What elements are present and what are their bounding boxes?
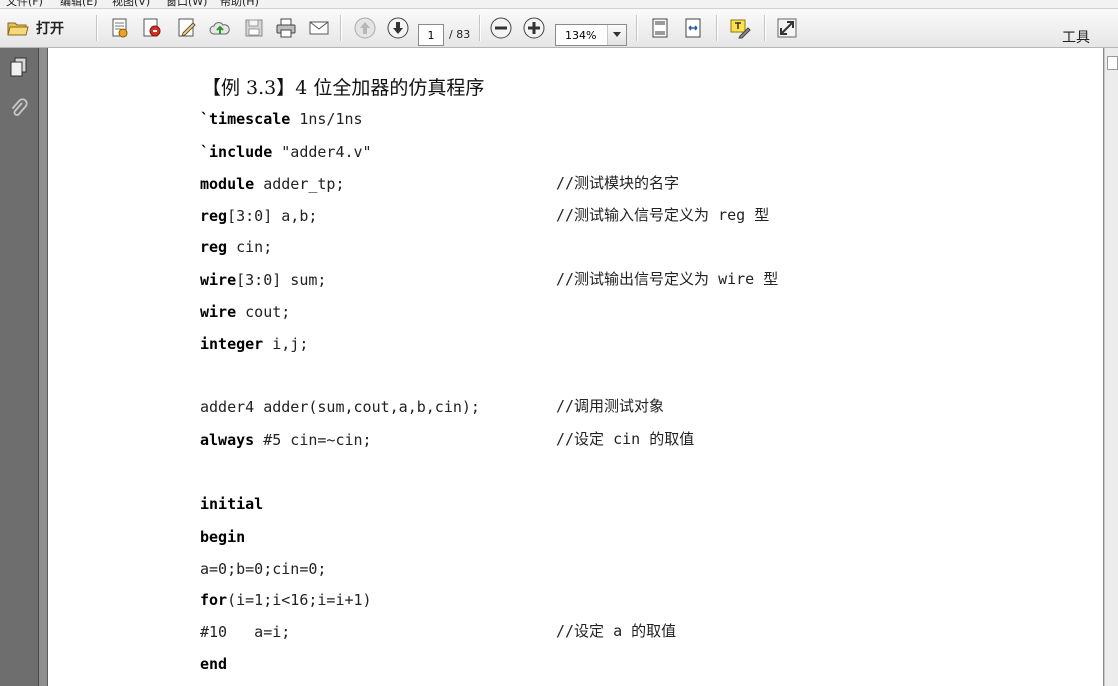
code-line: `timescale 1ns/1ns xyxy=(200,110,363,128)
toolbar-separator xyxy=(716,15,718,41)
code-line: always #5 cin=~cin; xyxy=(200,431,372,449)
plus-circle-icon xyxy=(523,17,545,39)
page-total: / 83 xyxy=(449,28,471,41)
zoom-out-button[interactable] xyxy=(488,15,514,41)
zoom-value: 134% xyxy=(565,29,597,42)
toolbar-separator xyxy=(340,15,342,41)
previous-page-button[interactable] xyxy=(352,15,378,41)
create-pdf-button[interactable] xyxy=(107,15,133,41)
full-screen-button[interactable] xyxy=(774,15,800,41)
code-comment: //调用测试对象 xyxy=(556,397,665,415)
folder-open-icon xyxy=(7,22,29,36)
menubar: 文件(F) 编辑(E) 视图(V) 窗口(W) 帮助(H) xyxy=(0,0,1118,9)
floppy-disk-icon xyxy=(245,19,263,37)
menu-edit[interactable]: 编辑(E) xyxy=(60,0,98,8)
upload-button[interactable] xyxy=(206,15,234,41)
code-line: end xyxy=(200,655,228,673)
code-comment: //测试模块的名字 xyxy=(556,174,680,192)
code-line: module adder_tp; xyxy=(200,175,345,193)
document-stamp-icon xyxy=(143,18,161,37)
print-button[interactable] xyxy=(273,15,299,41)
example-title: 【例 3.3】4 位全加器的仿真程序 xyxy=(202,77,485,99)
navigation-panel xyxy=(0,48,39,686)
code-line: a=0;b=0;cin=0; xyxy=(200,560,327,578)
toolbar-separator xyxy=(764,15,766,41)
toolbar: 打开 1 / 83 134% 工具 xyxy=(0,9,1118,48)
scrollbar-thumb[interactable] xyxy=(1107,56,1118,70)
comment-button[interactable] xyxy=(727,15,753,41)
email-button[interactable] xyxy=(305,15,333,41)
code-line: wire[3:0] sum; xyxy=(200,271,327,289)
arrow-down-circle-icon xyxy=(387,17,409,39)
printer-icon xyxy=(276,18,296,38)
code-line: wire cout; xyxy=(200,303,291,321)
code-line: begin xyxy=(200,528,246,546)
page-number-input[interactable]: 1 xyxy=(418,24,444,46)
edit-document-button[interactable] xyxy=(174,15,200,41)
code-line: #10 a=i; xyxy=(200,623,291,641)
chevron-down-icon[interactable] xyxy=(607,25,626,45)
menu-file[interactable]: 文件(F) xyxy=(6,0,43,8)
next-page-button[interactable] xyxy=(385,15,411,41)
fit-width-icon xyxy=(685,18,701,38)
combine-files-button[interactable] xyxy=(139,15,165,41)
zoom-select[interactable]: 134% xyxy=(555,24,627,46)
cloud-upload-icon xyxy=(209,22,230,35)
code-comment: //设定 cin 的取值 xyxy=(556,430,695,448)
code-line: reg cin; xyxy=(200,238,273,256)
document-pen-icon xyxy=(178,18,196,37)
arrow-up-circle-icon xyxy=(354,17,376,39)
zoom-in-button[interactable] xyxy=(521,15,547,41)
toolbar-separator xyxy=(479,15,481,41)
code-comment: //设定 a 的取值 xyxy=(556,622,677,640)
code-comment: //测试输入信号定义为 reg 型 xyxy=(556,206,770,224)
code-line: adder4 adder(sum,cout,a,b,cin); xyxy=(200,398,480,416)
attachment-paperclip-icon[interactable] xyxy=(8,98,30,120)
sticky-note-pen-icon xyxy=(730,19,751,39)
open-button[interactable]: 打开 xyxy=(6,15,80,41)
fit-page-icon xyxy=(652,18,668,38)
menu-window[interactable]: 窗口(W) xyxy=(166,0,207,8)
code-line: reg[3:0] a,b; xyxy=(200,207,318,225)
expand-arrows-icon xyxy=(777,18,797,38)
save-button[interactable] xyxy=(241,15,267,41)
toolbar-separator xyxy=(96,15,98,41)
document-gear-icon xyxy=(112,18,128,38)
menu-help[interactable]: 帮助(H) xyxy=(220,0,259,8)
code-line: for(i=1;i<16;i=i+1) xyxy=(200,591,372,609)
vertical-scrollbar[interactable] xyxy=(1104,48,1118,686)
fit-width-button[interactable] xyxy=(680,15,706,41)
menu-view[interactable]: 视图(V) xyxy=(112,0,150,8)
code-line: `include "adder4.v" xyxy=(200,143,372,161)
toolbar-separator xyxy=(636,15,638,41)
minus-circle-icon xyxy=(490,17,512,39)
code-line: integer i,j; xyxy=(200,335,309,353)
tools-button[interactable]: 工具 xyxy=(1062,27,1090,47)
code-line: initial xyxy=(200,495,264,513)
workspace-gutter xyxy=(39,48,47,686)
fit-page-button[interactable] xyxy=(647,15,673,41)
pages-icon[interactable] xyxy=(8,56,30,78)
envelope-icon xyxy=(309,21,329,35)
code-comment: //测试输出信号定义为 wire 型 xyxy=(556,270,779,288)
open-label: 打开 xyxy=(36,21,64,37)
